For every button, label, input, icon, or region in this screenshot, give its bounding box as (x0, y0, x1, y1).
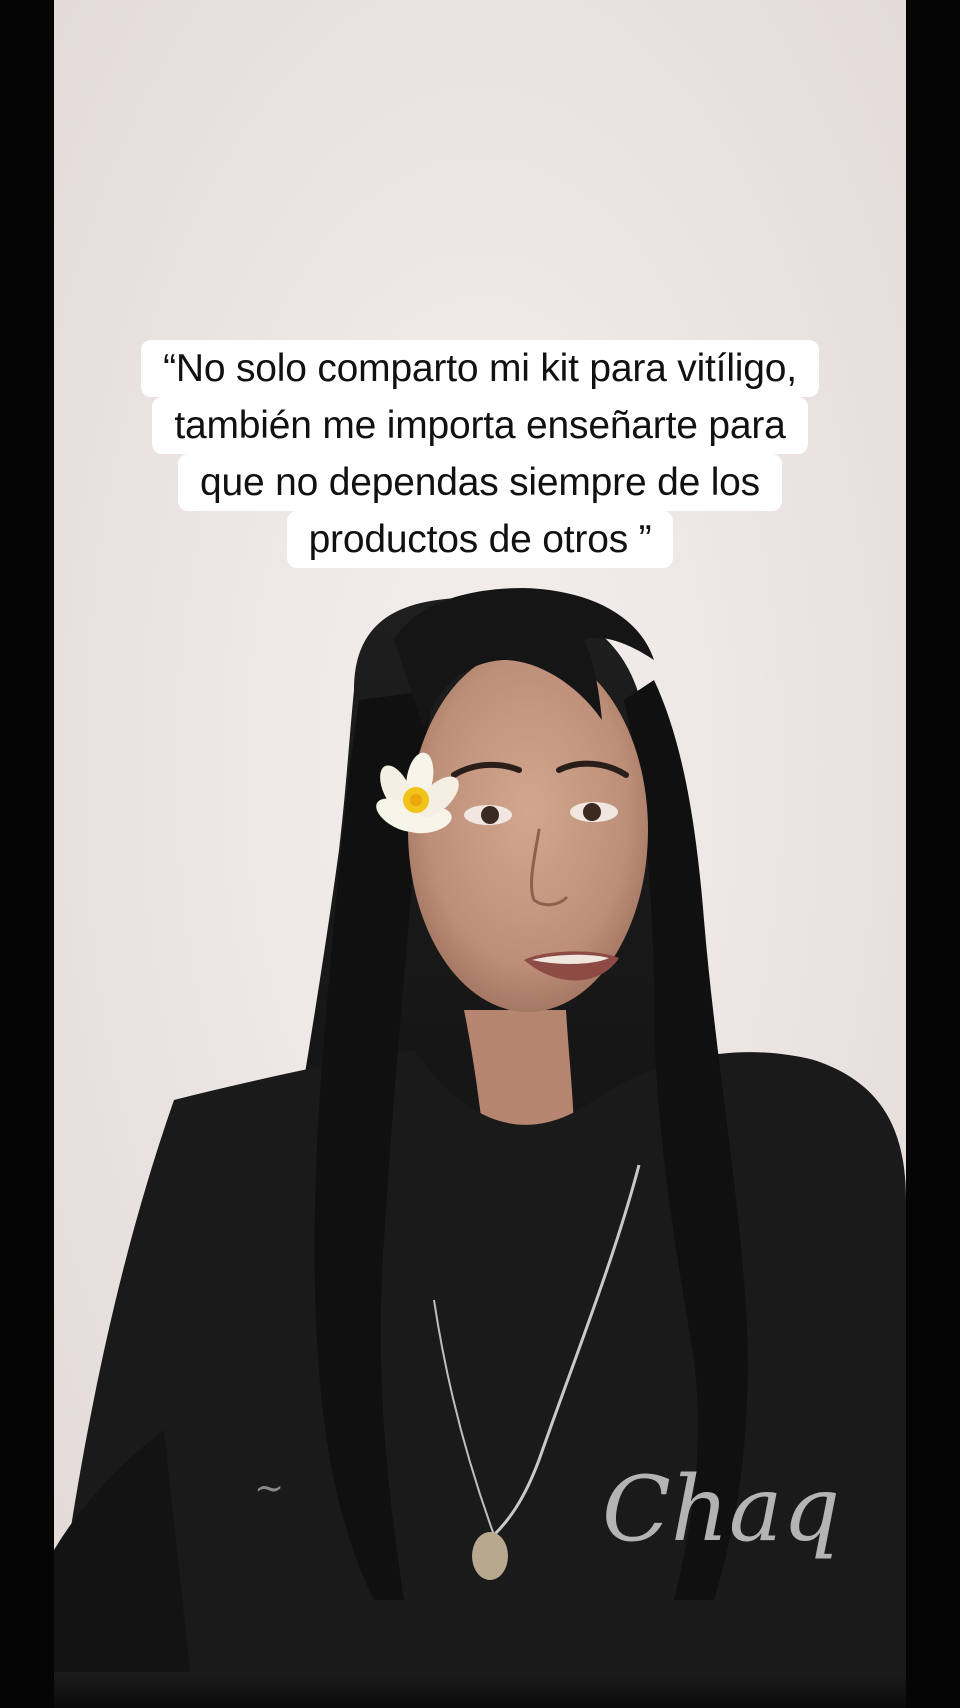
caption-line-2: también me importa enseñarte para (152, 397, 808, 454)
caption-line-3: que no dependas siempre de los (178, 454, 782, 511)
necklace-pendant (472, 1532, 508, 1580)
video-frame: Chaq ~ “No solo comparto mi kit para vit… (0, 0, 960, 1708)
caption-line-1: “No solo comparto mi kit para vitíligo, (141, 340, 819, 397)
bottom-table-edge (54, 1672, 906, 1708)
letterbox-left (0, 0, 54, 1708)
iris-right (583, 803, 601, 821)
shirt-print-text: Chaq (602, 1457, 840, 1562)
iris-left (481, 806, 499, 824)
speaker-scene: Chaq ~ (54, 0, 906, 1708)
caption-line-4: productos de otros ” (286, 511, 674, 568)
video-content[interactable]: Chaq ~ “No solo comparto mi kit para vit… (54, 0, 906, 1708)
caption-overlay: “No solo comparto mi kit para vitíligo, … (54, 340, 906, 568)
shirt-print-left: ~ (254, 1468, 284, 1509)
letterbox-right (906, 0, 960, 1708)
